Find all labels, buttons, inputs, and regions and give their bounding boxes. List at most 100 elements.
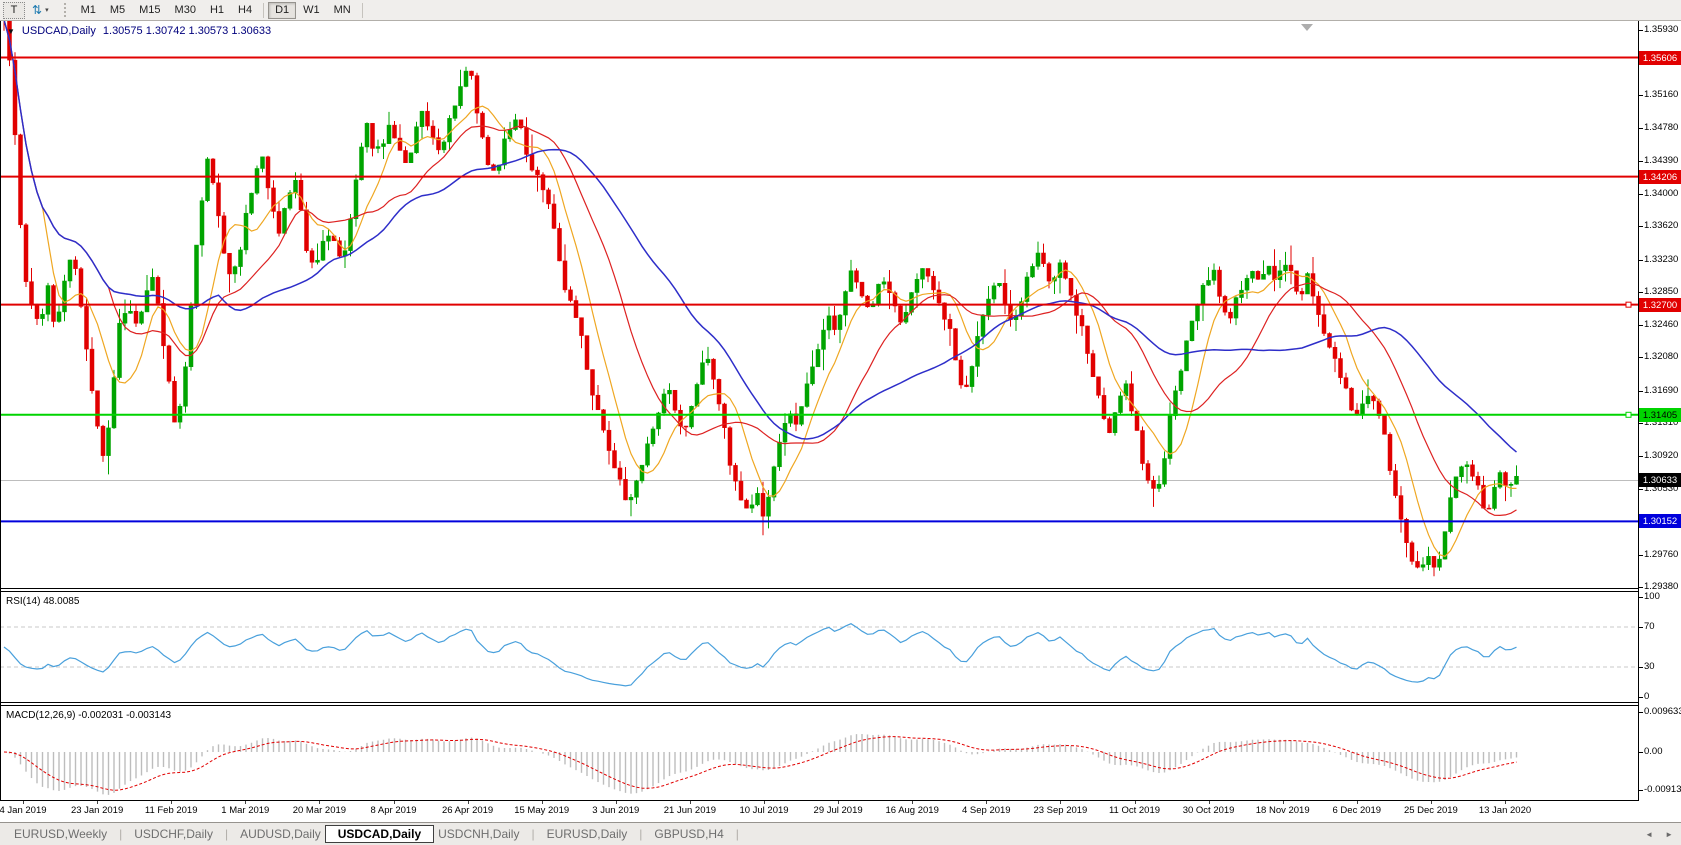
- date-label: 15 May 2019: [514, 805, 569, 816]
- date-tick: [1505, 801, 1506, 804]
- current-price-tag: 1.30633: [1639, 473, 1681, 487]
- date-tick: [1060, 801, 1061, 804]
- timeframe-button-W1[interactable]: W1: [296, 2, 327, 19]
- timeframe-button-M1[interactable]: M1: [74, 2, 103, 19]
- tab-scroll-left-icon[interactable]: ◄: [1645, 830, 1653, 839]
- chart-tab-usdchf-daily[interactable]: USDCHF,Daily: [130, 827, 217, 841]
- chart-tab-audusd-daily[interactable]: AUDUSD,Daily: [236, 827, 325, 841]
- chart-left-border: [0, 21, 1, 801]
- timeframe-button-M5[interactable]: M5: [103, 2, 132, 19]
- axis-tick-label: 1.30920: [1644, 450, 1678, 462]
- timeframe-button-H4[interactable]: H4: [231, 2, 259, 19]
- price-axis[interactable]: 1.359301.355501.351601.347801.343901.340…: [1639, 0, 1681, 820]
- axis-tick-label: 1.35160: [1644, 89, 1678, 101]
- chart-tab-eurusd-weekly[interactable]: EURUSD,Weekly: [10, 827, 111, 841]
- axis-tick-label: 1.34000: [1644, 188, 1678, 200]
- toolbar-grip: [64, 3, 68, 17]
- timeframe-button-M15[interactable]: M15: [132, 2, 167, 19]
- chart-ohlc: 1.30575 1.30742 1.30573 1.30633: [103, 25, 271, 37]
- date-tick: [764, 801, 765, 804]
- axis-tick: [1639, 194, 1643, 195]
- axis-tick: [1639, 226, 1643, 227]
- date-tick: [912, 801, 913, 804]
- axis-tick: [1639, 423, 1643, 424]
- axis-tick-label: 1.32850: [1644, 286, 1678, 298]
- hline-price-tag: 1.35606: [1639, 51, 1681, 65]
- axis-tick-label: 0.009633: [1644, 706, 1681, 718]
- tab-scroll-controls: ◄ ►: [1645, 823, 1673, 845]
- axis-tick: [1639, 712, 1643, 713]
- axis-tick: [1639, 292, 1643, 293]
- axis-tick: [1639, 456, 1643, 457]
- price-chart-panel[interactable]: [0, 21, 1638, 589]
- date-tick: [319, 801, 320, 804]
- rsi-panel[interactable]: RSI(14) 48.0085: [0, 591, 1638, 703]
- timeframe-button-M30[interactable]: M30: [168, 2, 203, 19]
- hline-price-tag: 1.31405: [1639, 408, 1681, 422]
- axis-tick: [1639, 790, 1643, 791]
- hline-price-tag: 1.30152: [1639, 514, 1681, 528]
- axis-tick-label: 70: [1644, 621, 1655, 633]
- date-label: 18 Nov 2019: [1256, 805, 1310, 816]
- axis-tick: [1639, 627, 1643, 628]
- date-label: 1 Mar 2019: [221, 805, 269, 816]
- tab-scroll-right-icon[interactable]: ►: [1665, 830, 1673, 839]
- timeframe-button-MN[interactable]: MN: [327, 2, 358, 19]
- axis-tick: [1639, 95, 1643, 96]
- axis-tick: [1639, 357, 1643, 358]
- axis-tick: [1639, 752, 1643, 753]
- chart-tab-usdcnh-daily[interactable]: USDCNH,Daily: [434, 827, 523, 841]
- timeframe-button-D1[interactable]: D1: [268, 2, 296, 19]
- tab-separator: |: [225, 827, 228, 841]
- axis-tick-label: 30: [1644, 661, 1655, 673]
- rsi-chart[interactable]: [0, 592, 1638, 702]
- date-tick: [986, 801, 987, 804]
- date-label: 13 Jan 2020: [1479, 805, 1531, 816]
- axis-tick-label: 100: [1644, 591, 1660, 603]
- date-label: 3 Jun 2019: [592, 805, 639, 816]
- symbol-dropdown-icon[interactable]: ▼: [7, 27, 15, 36]
- date-tick: [97, 801, 98, 804]
- toolbar: T ⇅ ▾ M1M5M15M30H1H4 D1W1MN: [0, 0, 1681, 21]
- axis-tick-label: 1.33620: [1644, 220, 1678, 232]
- timeframe-button-H1[interactable]: H1: [203, 2, 231, 19]
- toolbar-separator: [263, 3, 264, 18]
- macd-chart[interactable]: [0, 706, 1638, 800]
- macd-panel[interactable]: MACD(12,26,9) -0.002031 -0.003143: [0, 705, 1638, 801]
- date-tick: [23, 801, 24, 804]
- axis-tick: [1639, 391, 1643, 392]
- date-tick: [616, 801, 617, 804]
- date-label: 26 Apr 2019: [442, 805, 493, 816]
- chart-symbol: USDCAD,Daily: [22, 25, 96, 37]
- text-tool-button[interactable]: T: [3, 2, 25, 19]
- chart-tab-eurusd-daily[interactable]: EURUSD,Daily: [543, 827, 632, 841]
- date-tick: [838, 801, 839, 804]
- date-label: 30 Oct 2019: [1183, 805, 1235, 816]
- candlestick-chart[interactable]: [0, 21, 1638, 588]
- date-label: 16 Aug 2019: [886, 805, 939, 816]
- swap-arrows-button[interactable]: ⇅ ▾: [25, 2, 56, 19]
- date-label: 23 Sep 2019: [1033, 805, 1087, 816]
- date-label: 25 Dec 2019: [1404, 805, 1458, 816]
- axis-tick-label: 0.00: [1644, 746, 1663, 758]
- chart-tab-gbpusd-h4[interactable]: GBPUSD,H4: [650, 827, 727, 841]
- date-tick: [1431, 801, 1432, 804]
- chart-tabs: EURUSD,Weekly|USDCHF,Daily|AUDUSD,DailyU…: [10, 825, 747, 843]
- axis-tick-label: 1.32080: [1644, 351, 1678, 363]
- mt4-terminal: { "toolbar": { "text_tool": "T", "swap_i…: [0, 0, 1681, 845]
- axis-tick-label: 1.33230: [1644, 254, 1678, 266]
- axis-tick-label: 1.35930: [1644, 24, 1678, 36]
- date-label: 11 Feb 2019: [145, 805, 198, 816]
- date-tick: [245, 801, 246, 804]
- date-tick: [1283, 801, 1284, 804]
- date-axis[interactable]: 4 Jan 201923 Jan 201911 Feb 20191 Mar 20…: [0, 801, 1638, 821]
- axis-tick: [1639, 697, 1643, 698]
- chart-title: ▼ USDCAD,Daily 1.30575 1.30742 1.30573 1…: [7, 25, 271, 37]
- date-label: 20 Mar 2019: [293, 805, 346, 816]
- date-label: 4 Jan 2019: [0, 805, 47, 816]
- axis-tick-label: -0.009134: [1644, 784, 1681, 796]
- chart-tab-usdcad-daily[interactable]: USDCAD,Daily: [325, 825, 434, 843]
- date-label: 6 Dec 2019: [1333, 805, 1382, 816]
- chart-shift-marker-icon[interactable]: [1301, 24, 1313, 31]
- axis-tick: [1639, 325, 1643, 326]
